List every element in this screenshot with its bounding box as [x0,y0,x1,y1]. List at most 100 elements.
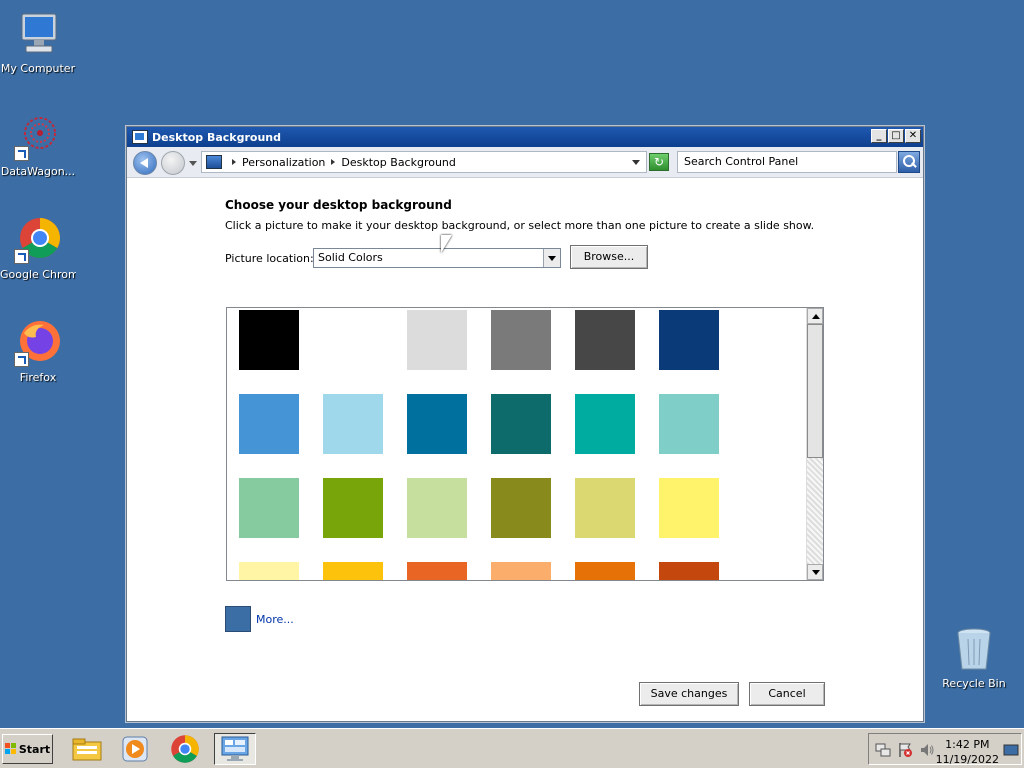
color-swatch[interactable] [323,562,383,580]
scroll-track[interactable] [807,458,823,564]
start-label: Start [18,742,51,756]
window-app-icon [132,130,148,144]
desktop-icon-my-computer[interactable]: My Computer [0,10,76,75]
color-swatch[interactable] [407,394,467,454]
minimize-button[interactable]: _ [871,129,887,143]
address-bar: Personalization Desktop Background ↻ Sea… [127,147,923,178]
taskbar-file-explorer[interactable] [66,733,108,765]
color-swatch[interactable] [407,310,467,370]
breadcrumb[interactable]: Personalization Desktop Background [201,151,647,173]
color-swatch[interactable] [407,562,467,580]
color-swatch[interactable] [575,562,635,580]
color-swatch[interactable] [239,478,299,538]
taskbar-media-player[interactable] [114,733,156,765]
shortcut-arrow-icon [14,249,29,264]
control-panel-icon [221,736,249,761]
firefox-icon [14,319,62,367]
show-desktop-icon[interactable] [1003,742,1019,758]
cancel-button[interactable]: Cancel [749,682,825,706]
breadcrumb-desktop-background[interactable]: Desktop Background [341,156,456,169]
breadcrumb-separator-icon[interactable] [232,159,236,165]
color-swatch[interactable] [575,478,635,538]
action-center-icon[interactable] [897,742,913,758]
color-swatch[interactable] [659,394,719,454]
desktop-icon-label: DataWagon... [0,165,76,178]
search-icon[interactable] [898,151,920,173]
page-heading: Choose your desktop background [225,198,452,212]
shortcut-arrow-icon [14,352,29,367]
chrome-icon [14,216,62,264]
taskbar-chrome[interactable] [164,733,206,765]
browse-button[interactable]: Browse... [570,245,648,269]
taskbar: Start 1:42 PM 11/19/2022 [0,728,1024,768]
color-swatch[interactable] [575,310,635,370]
picture-location-label: Picture location: [225,252,314,265]
picture-location-select[interactable]: Solid Colors [313,248,561,268]
more-colors-link[interactable]: More... [256,613,294,626]
color-swatch[interactable] [323,310,383,370]
desktop-icon-firefox[interactable]: Firefox [0,319,76,384]
window-title: Desktop Background [152,130,282,144]
search-input[interactable]: Search Control Panel [677,151,897,173]
refresh-button[interactable]: ↻ [649,153,669,171]
system-tray: 1:42 PM 11/19/2022 [868,733,1022,767]
scroll-up-button[interactable] [807,308,823,324]
volume-icon[interactable] [919,742,935,758]
main-content: Choose your desktop background Click a p… [127,179,923,721]
windows-logo-icon [4,743,17,755]
start-button[interactable]: Start [2,734,53,764]
picture-location-value: Solid Colors [318,251,383,264]
file-explorer-icon [72,738,102,761]
color-swatch[interactable] [239,310,299,370]
taskbar-control-panel[interactable] [214,733,256,765]
media-player-icon [122,736,148,762]
recent-pages-dropdown-icon[interactable] [189,161,197,166]
save-changes-button[interactable]: Save changes [639,682,739,706]
breadcrumb-separator-icon[interactable] [331,159,336,165]
desktop-background-window: Desktop Background _ □ ✕ Personalization… [126,126,924,722]
desktop-icon-label: Firefox [19,371,57,384]
color-swatch[interactable] [491,310,551,370]
color-swatch[interactable] [323,394,383,454]
chrome-icon [171,735,199,763]
window-titlebar[interactable]: Desktop Background _ □ ✕ [127,127,923,147]
computer-icon [14,10,62,58]
chevron-down-icon[interactable] [543,249,560,267]
color-swatch[interactable] [491,562,551,580]
clock-time: 1:42 PM [945,738,990,751]
address-dropdown-icon[interactable] [632,160,640,165]
datawagon-icon [14,113,62,161]
vertical-scrollbar[interactable] [806,308,823,580]
color-swatch[interactable] [575,394,635,454]
desktop-icon-recycle-bin[interactable]: Recycle Bin [936,625,1012,690]
breadcrumb-personalization[interactable]: Personalization [242,156,325,169]
color-swatch[interactable] [659,310,719,370]
control-panel-icon [206,155,222,169]
color-swatch[interactable] [491,478,551,538]
page-description: Click a picture to make it your desktop … [225,219,815,232]
forward-button[interactable] [161,151,185,175]
back-button[interactable] [133,151,157,175]
network-icon[interactable] [875,742,891,758]
desktop-icon-label: My Computer [0,62,76,75]
color-swatch[interactable] [239,562,299,580]
maximize-button[interactable]: □ [888,129,904,143]
taskbar-clock[interactable]: 1:42 PM 11/19/2022 [936,737,999,767]
color-swatch[interactable] [407,478,467,538]
scroll-down-button[interactable] [807,564,823,580]
clock-date: 11/19/2022 [935,753,999,766]
color-swatch[interactable] [659,478,719,538]
desktop-icon-google-chrome[interactable]: Google Chrome [0,216,76,281]
color-swatch-list [226,307,824,581]
color-swatch[interactable] [659,562,719,580]
color-swatch[interactable] [239,394,299,454]
color-swatch[interactable] [491,394,551,454]
color-swatch[interactable] [323,478,383,538]
window-controls: _ □ ✕ [871,129,921,143]
desktop-icon-datawagon[interactable]: DataWagon... [0,113,76,178]
recycle-bin-icon [950,625,998,673]
more-colors-swatch[interactable] [225,606,251,632]
close-button[interactable]: ✕ [905,129,921,143]
scroll-thumb[interactable] [807,324,823,458]
desktop-icon-label: Recycle Bin [942,677,1006,690]
